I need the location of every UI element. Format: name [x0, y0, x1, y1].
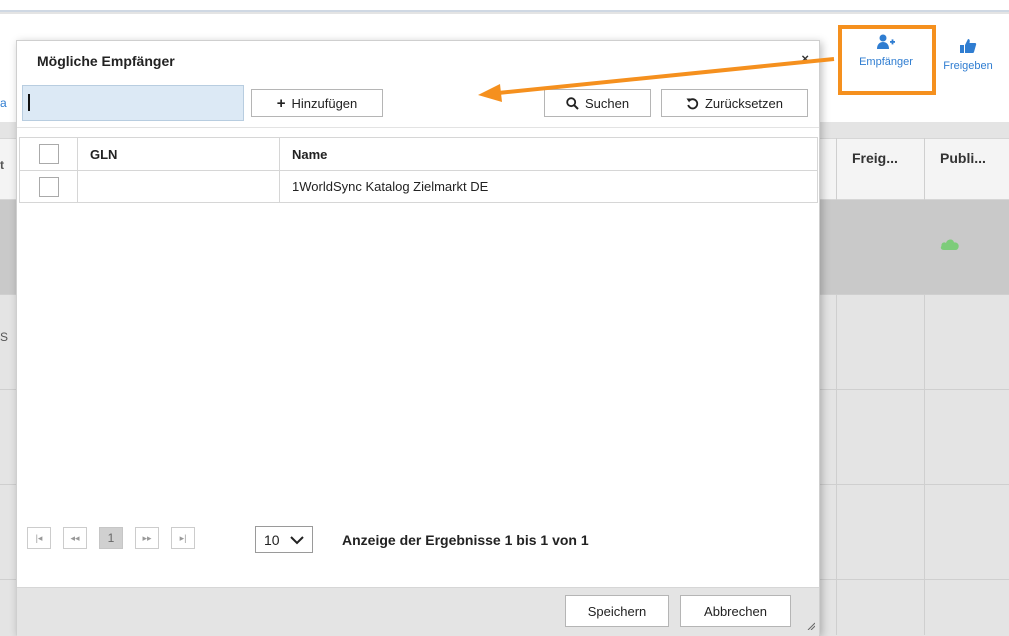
- pager: |◂ ◂◂ 1 ▸▸ ▸|: [27, 523, 207, 553]
- release-label: Freigeben: [943, 60, 993, 72]
- cell-name: 1WorldSync Katalog Zielmarkt DE: [279, 170, 818, 203]
- pager-info: Anzeige der Ergebnisse 1 bis 1 von 1: [342, 532, 589, 548]
- select-all-checkbox[interactable]: [38, 144, 59, 164]
- reset-button[interactable]: Zurücksetzen: [661, 89, 808, 117]
- cancel-button[interactable]: Abbrechen: [680, 595, 791, 627]
- thumbs-up-icon: [960, 39, 977, 53]
- column-header-gln[interactable]: GLN: [77, 137, 280, 171]
- page-size-value: 10: [264, 531, 280, 548]
- search-label: Suchen: [584, 95, 630, 111]
- cell-gln: [77, 170, 280, 203]
- cloud-icon: [940, 239, 959, 250]
- row-checkbox[interactable]: [38, 176, 59, 197]
- text-cursor: [28, 94, 30, 111]
- release-button[interactable]: Freigeben: [933, 34, 1003, 94]
- prev-page-button[interactable]: ◂◂: [63, 527, 87, 549]
- last-page-button[interactable]: ▸|: [171, 527, 195, 549]
- search-input[interactable]: [22, 85, 244, 121]
- reset-label: Zurücksetzen: [704, 95, 784, 111]
- top-bar: [0, 0, 1009, 12]
- dialog-title: Mögliche Empfänger: [37, 53, 175, 69]
- search-icon: [566, 96, 579, 110]
- save-button[interactable]: Speichern: [565, 595, 669, 627]
- column-header-release[interactable]: Freig...: [852, 150, 898, 166]
- undo-icon: [686, 97, 699, 109]
- background-fragment: t: [0, 158, 4, 172]
- resize-handle-icon[interactable]: [807, 622, 815, 630]
- search-button[interactable]: Suchen: [544, 89, 651, 117]
- column-header-publish[interactable]: Publi...: [940, 150, 986, 166]
- recipients-dialog: Mögliche Empfänger × + Hinzufügen Suchen…: [16, 40, 820, 636]
- divider: [17, 127, 819, 128]
- first-page-button[interactable]: |◂: [27, 527, 51, 549]
- select-all-cell: [19, 137, 78, 171]
- current-page[interactable]: 1: [99, 527, 123, 549]
- add-label: Hinzufügen: [291, 95, 358, 111]
- page-size-select[interactable]: 10: [255, 526, 313, 553]
- recipients-table: GLN Name 1WorldSync Katalog Zielmarkt DE: [19, 137, 818, 203]
- close-icon[interactable]: ×: [801, 51, 809, 66]
- table-row[interactable]: 1WorldSync Katalog Zielmarkt DE: [19, 170, 818, 203]
- background-fragment: S: [0, 330, 9, 344]
- row-select-cell: [19, 170, 78, 203]
- background-fragment: a: [0, 96, 7, 110]
- add-button[interactable]: + Hinzufügen: [251, 89, 383, 117]
- highlight-box: [838, 25, 936, 95]
- chevron-down-icon: [290, 536, 304, 545]
- next-page-button[interactable]: ▸▸: [135, 527, 159, 549]
- column-header-name[interactable]: Name: [279, 137, 818, 171]
- plus-icon: +: [276, 94, 286, 112]
- table-header-row: GLN Name: [19, 137, 818, 171]
